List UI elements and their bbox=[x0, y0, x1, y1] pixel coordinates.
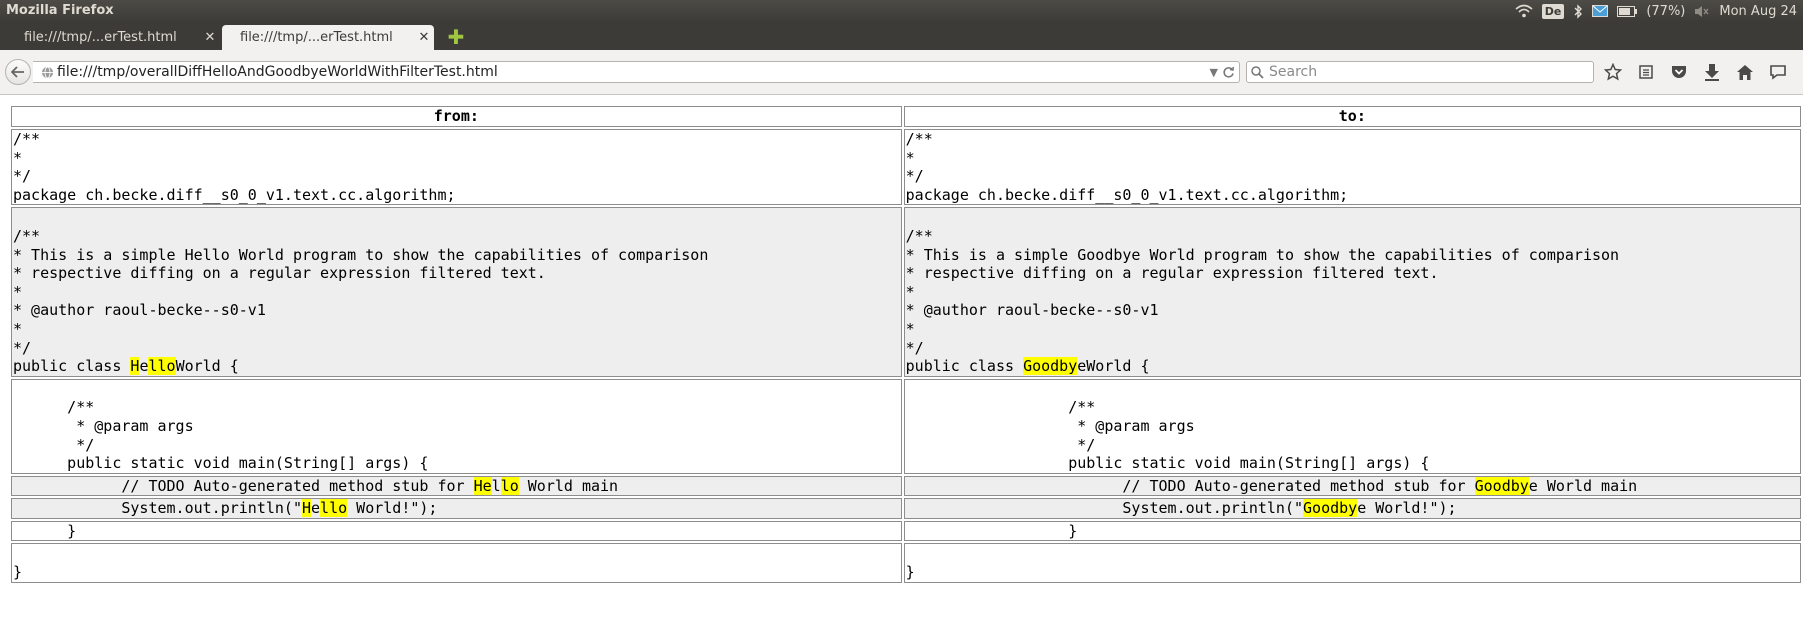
code-text: e World!"); bbox=[1357, 499, 1457, 518]
highlighted-diff-text: He bbox=[473, 476, 492, 495]
back-button[interactable] bbox=[5, 59, 31, 85]
highlighted-diff-text: H bbox=[301, 499, 312, 518]
system-tray: De (77%) Mon Aug 24 bbox=[1515, 0, 1797, 22]
to-code-cell: // TODO Auto-generated method stub for G… bbox=[903, 475, 1801, 497]
toolbar-icons bbox=[1602, 61, 1789, 83]
bookmark-star-icon[interactable] bbox=[1602, 61, 1624, 83]
to-code-cell: /** * This is a simple Goodbye World pro… bbox=[903, 207, 1801, 377]
battery-percentage: (77%) bbox=[1646, 3, 1686, 19]
code-text: // TODO Auto-generated method stub for bbox=[905, 476, 1475, 495]
tab-label: file:///tmp/...erTest.html bbox=[240, 30, 393, 45]
code-text: System.out.println(" bbox=[905, 499, 1304, 518]
search-input[interactable] bbox=[1267, 63, 1593, 81]
code-text: } bbox=[905, 521, 1078, 540]
to-code-cell: /** * @param args */ public static void … bbox=[903, 378, 1801, 474]
code-text: } bbox=[13, 563, 23, 582]
highlighted-diff-text: Goodby bbox=[1303, 499, 1358, 518]
code-text: /** * This is a simple Goodbye World pro… bbox=[905, 226, 1620, 376]
reading-list-icon[interactable] bbox=[1635, 61, 1657, 83]
dropdown-arrow-icon[interactable]: ▼ bbox=[1210, 66, 1218, 79]
highlighted-diff-text: llo bbox=[148, 357, 176, 376]
code-text: World!"); bbox=[347, 499, 438, 518]
system-top-panel: Mozilla Firefox De (77%) Mon Aug 24 bbox=[0, 0, 1803, 22]
diff-row: /** * @param args */ public static void … bbox=[11, 378, 1801, 474]
diff-row: } } bbox=[11, 543, 1801, 583]
code-text: e bbox=[311, 499, 321, 518]
highlighted-diff-text: Goodby bbox=[1474, 476, 1529, 495]
keyboard-layout-indicator[interactable]: De bbox=[1541, 3, 1565, 19]
chat-icon[interactable] bbox=[1767, 61, 1789, 83]
to-code-cell: } bbox=[903, 520, 1801, 542]
page-content: from: to: /** * */ package ch.becke.diff… bbox=[0, 96, 1803, 618]
tab-1[interactable]: file:///tmp/...erTest.html ✕ bbox=[6, 25, 220, 50]
download-icon[interactable] bbox=[1701, 61, 1723, 83]
search-bar[interactable] bbox=[1246, 61, 1594, 83]
highlighted-diff-text: lo bbox=[500, 476, 519, 495]
close-icon[interactable]: ✕ bbox=[414, 30, 434, 45]
from-code-cell: } bbox=[11, 543, 902, 583]
from-code-cell: /** * This is a simple Hello World progr… bbox=[11, 207, 902, 377]
globe-icon bbox=[37, 66, 57, 79]
home-icon[interactable] bbox=[1734, 61, 1756, 83]
url-bar[interactable]: file:///tmp/overallDiffHelloAndGoodbyeWo… bbox=[33, 61, 1240, 83]
wifi-icon[interactable] bbox=[1515, 4, 1533, 18]
code-text: /** * @param args */ public static void … bbox=[67, 398, 429, 473]
search-icon bbox=[1247, 65, 1267, 79]
to-code-cell: /** * */ package ch.becke.diff__s0_0_v1.… bbox=[903, 129, 1801, 206]
to-header: to: bbox=[903, 106, 1801, 127]
to-code-cell: System.out.println("Goodbye World!"); bbox=[903, 498, 1801, 519]
code-text: } bbox=[905, 563, 915, 582]
diff-row: /** * */ package ch.becke.diff__s0_0_v1.… bbox=[11, 129, 1801, 206]
highlighted-diff-text: Goodby bbox=[1023, 357, 1078, 376]
from-code-cell: /** * */ package ch.becke.diff__s0_0_v1.… bbox=[11, 129, 902, 206]
code-text: World { bbox=[175, 357, 239, 376]
tab-strip: file:///tmp/...erTest.html ✕ file:///tmp… bbox=[0, 22, 1803, 50]
navigation-toolbar: file:///tmp/overallDiffHelloAndGoodbyeWo… bbox=[0, 50, 1803, 95]
code-text: World main bbox=[518, 476, 619, 495]
diff-row: /** * This is a simple Hello World progr… bbox=[11, 207, 1801, 377]
new-tab-plus-icon[interactable]: ✚ bbox=[446, 27, 466, 47]
diff-row: } } bbox=[11, 520, 1801, 542]
code-text: /** * This is a simple Hello World progr… bbox=[13, 226, 709, 376]
code-text: // TODO Auto-generated method stub for bbox=[13, 476, 474, 495]
diff-table: from: to: /** * */ package ch.becke.diff… bbox=[9, 104, 1803, 585]
volume-muted-icon[interactable] bbox=[1694, 5, 1710, 18]
window-title: Mozilla Firefox bbox=[6, 3, 114, 18]
tab-label: file:///tmp/...erTest.html bbox=[24, 30, 177, 45]
code-text: System.out.println(" bbox=[13, 499, 302, 518]
clock[interactable]: Mon Aug 24 bbox=[1719, 4, 1797, 19]
from-header: from: bbox=[11, 106, 902, 127]
code-text: /** * @param args */ public static void … bbox=[1068, 398, 1430, 473]
bluetooth-icon[interactable] bbox=[1573, 3, 1583, 19]
code-text: e bbox=[1077, 357, 1087, 376]
code-text: } bbox=[13, 521, 77, 540]
code-text: l bbox=[491, 476, 501, 495]
battery-icon[interactable] bbox=[1617, 5, 1638, 17]
code-text: /** * */ package ch.becke.diff__s0_0_v1.… bbox=[905, 130, 1349, 204]
mail-icon[interactable] bbox=[1592, 5, 1609, 17]
to-code-cell: } bbox=[903, 543, 1801, 583]
back-arrow-icon bbox=[11, 66, 24, 78]
url-text[interactable]: file:///tmp/overallDiffHelloAndGoodbyeWo… bbox=[57, 64, 1210, 80]
from-code-cell: } bbox=[11, 520, 902, 542]
reload-icon[interactable] bbox=[1222, 66, 1235, 79]
close-icon[interactable]: ✕ bbox=[200, 30, 220, 45]
from-code-cell: /** * @param args */ public static void … bbox=[11, 378, 902, 474]
code-text: World { bbox=[1086, 357, 1150, 376]
code-text: e World main bbox=[1528, 476, 1638, 495]
diff-header-row: from: to: bbox=[11, 106, 1801, 127]
diff-row: System.out.println("Hello World!"); Syst… bbox=[11, 498, 1801, 519]
tab-2[interactable]: file:///tmp/...erTest.html ✕ bbox=[222, 25, 434, 50]
from-code-cell: // TODO Auto-generated method stub for H… bbox=[11, 475, 902, 497]
diff-row: // TODO Auto-generated method stub for H… bbox=[11, 475, 1801, 497]
code-text: /** * */ package ch.becke.diff__s0_0_v1.… bbox=[13, 130, 456, 204]
highlighted-diff-text: llo bbox=[320, 499, 348, 518]
from-code-cell: System.out.println("Hello World!"); bbox=[11, 498, 902, 519]
pocket-icon[interactable] bbox=[1668, 61, 1690, 83]
diff-body: /** * */ package ch.becke.diff__s0_0_v1.… bbox=[11, 129, 1801, 583]
